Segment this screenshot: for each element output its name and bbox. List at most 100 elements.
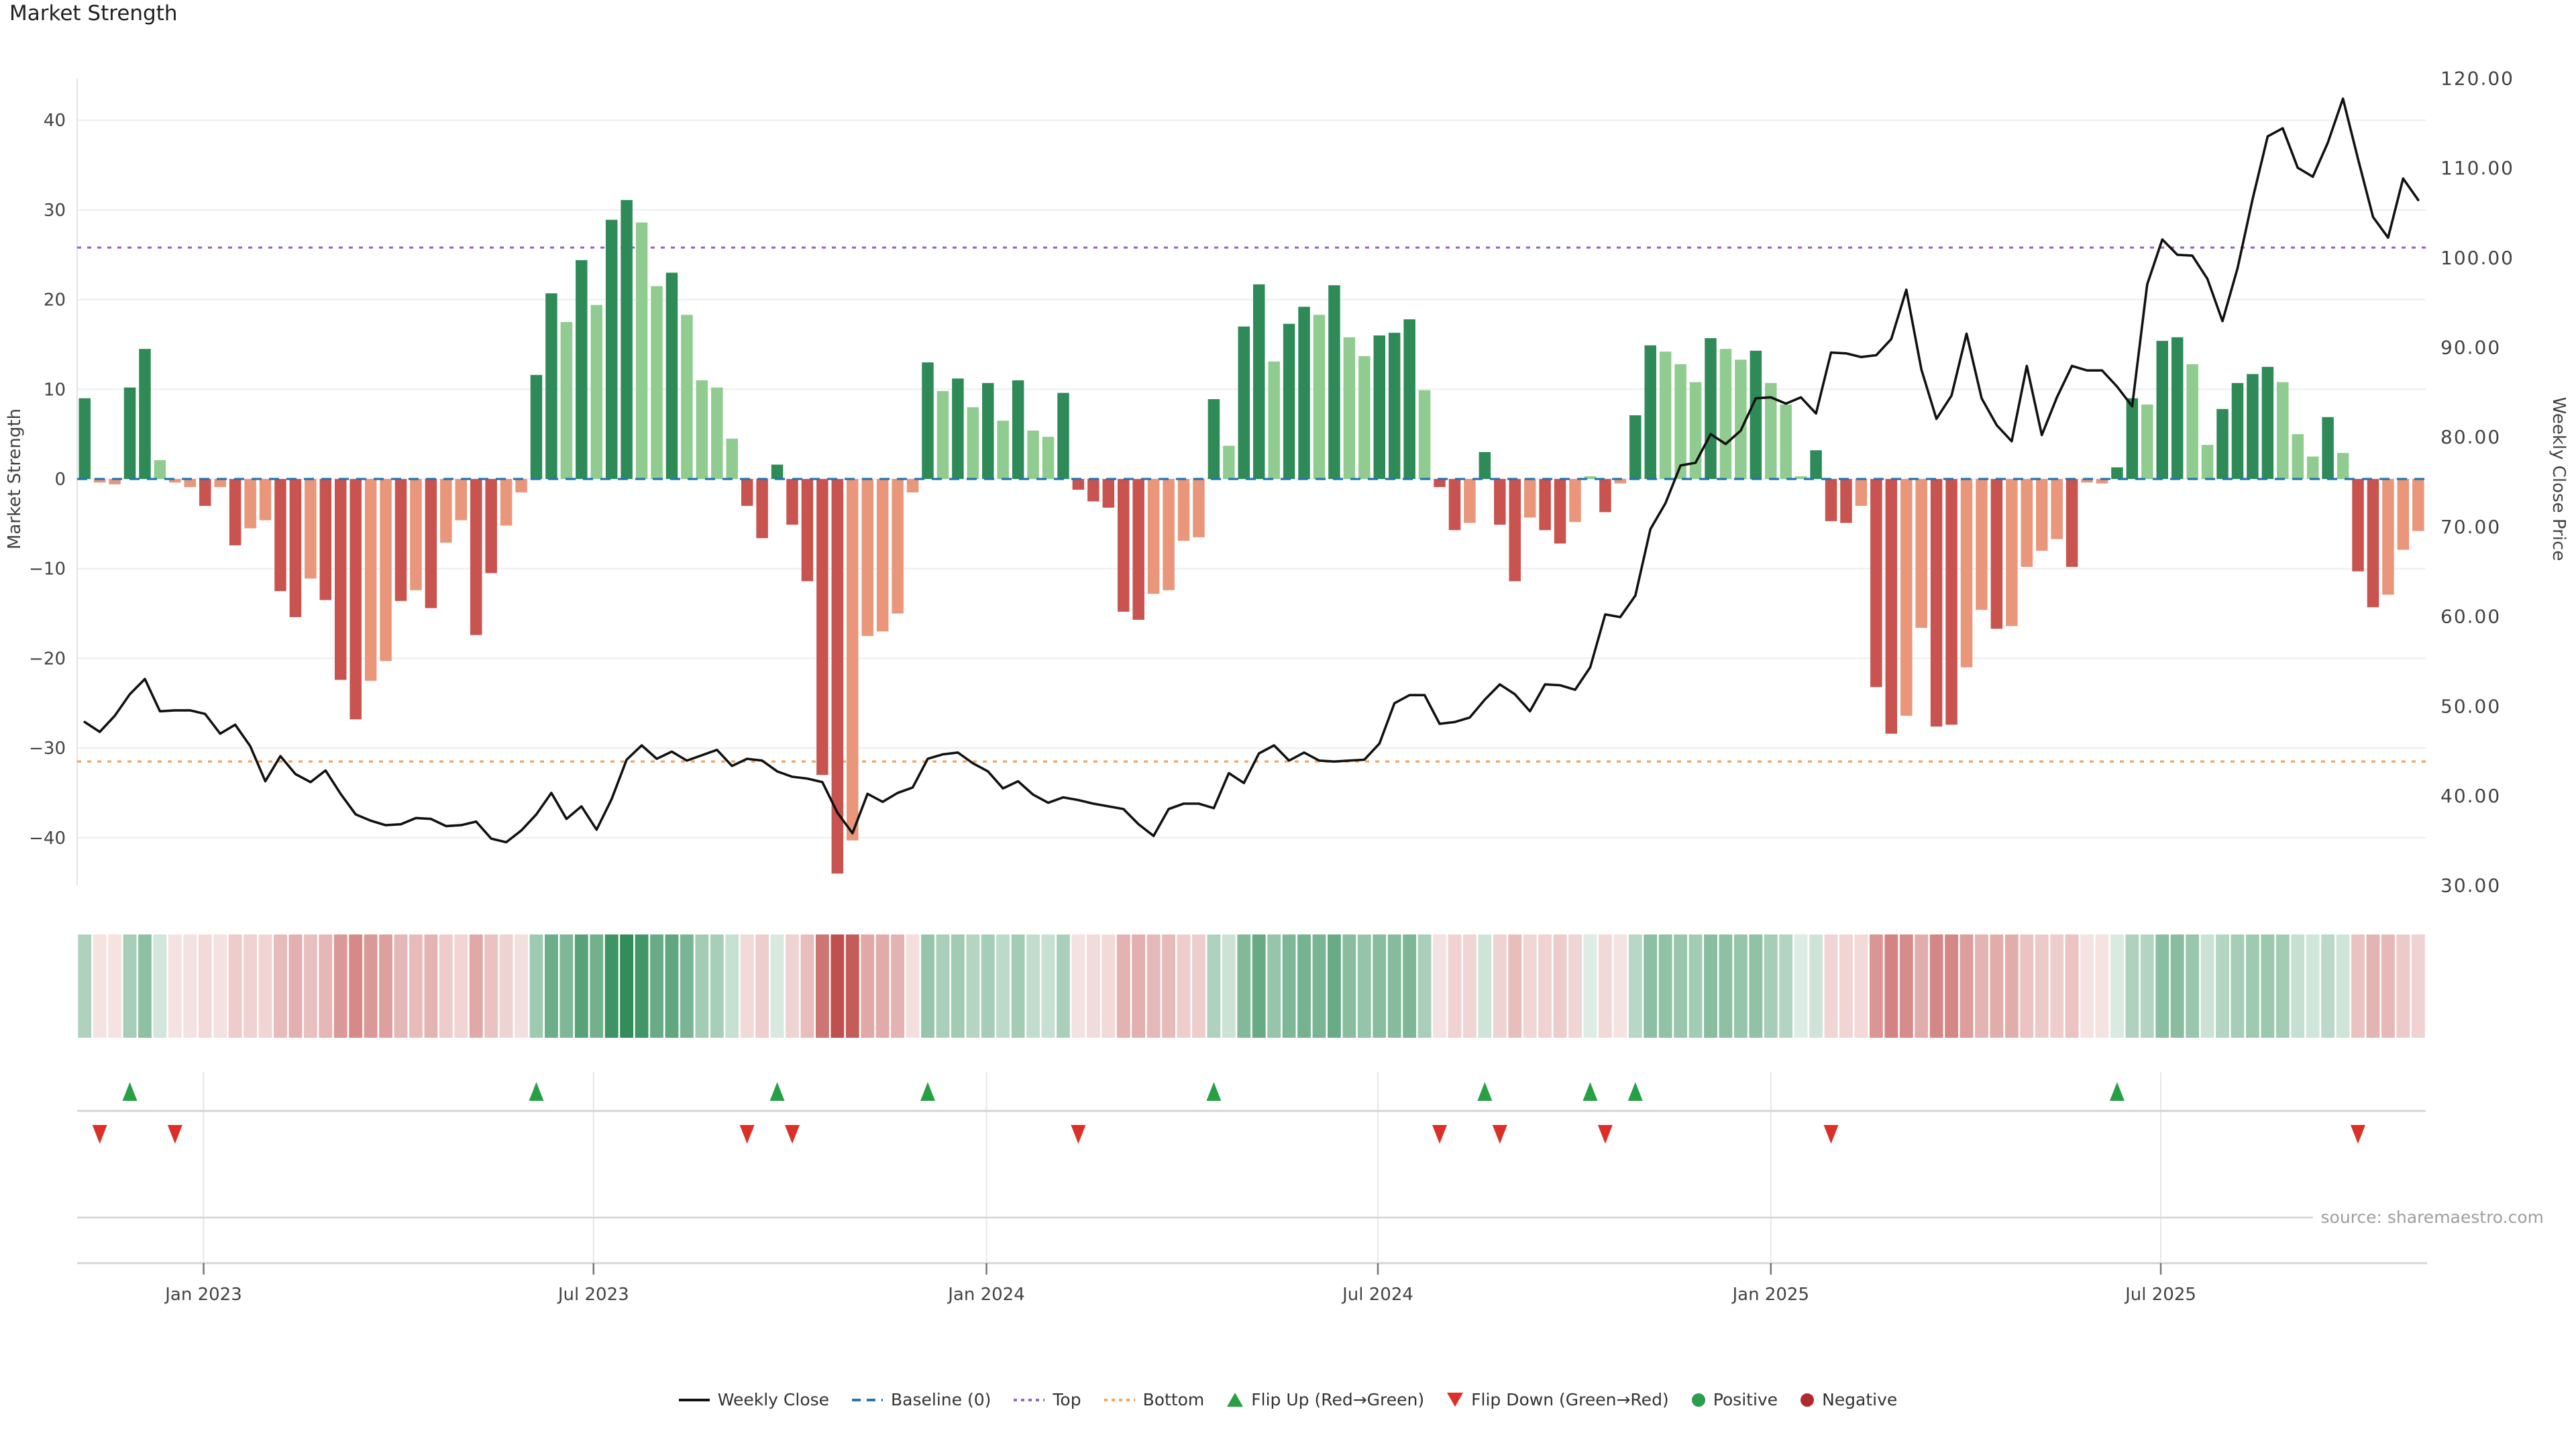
strength-bar xyxy=(2111,468,2123,479)
positive-dot-icon xyxy=(1692,1393,1705,1407)
heatmap-cell xyxy=(199,934,212,1038)
x-tick-label: Jan 2023 xyxy=(164,1285,242,1305)
heatmap-cell xyxy=(665,934,679,1038)
heatmap-cell xyxy=(1418,934,1432,1038)
flip-down-icon xyxy=(168,1125,182,1144)
strength-bar xyxy=(2051,479,2063,539)
left-axis-title: Market Strength xyxy=(5,409,25,549)
heatmap-cell xyxy=(1704,934,1717,1038)
strength-bar xyxy=(2216,409,2229,479)
legend-item: Negative xyxy=(1801,1390,1897,1409)
heatmap-cell xyxy=(921,934,934,1038)
flip-up-icon xyxy=(529,1082,543,1101)
strength-bar xyxy=(2021,479,2033,567)
legend-item: Bottom xyxy=(1104,1390,1205,1409)
heatmap-cell xyxy=(2216,934,2229,1038)
heatmap-cell xyxy=(1117,934,1130,1038)
strength-bar xyxy=(922,362,934,479)
right-tick-label: 40.00 xyxy=(2440,785,2501,807)
left-tick-label: 20 xyxy=(44,290,66,311)
strength-bar xyxy=(877,479,889,631)
heatmap-cell xyxy=(1358,934,1371,1038)
strength-bar xyxy=(1870,479,1882,687)
right-tick-label: 110.00 xyxy=(2440,157,2514,179)
strength-bar xyxy=(1042,437,1055,479)
strength-bar xyxy=(2202,445,2214,479)
strength-bar xyxy=(2141,405,2153,479)
strength-bar xyxy=(470,479,482,635)
strength-bar xyxy=(1554,479,1566,543)
legend-item: Baseline (0) xyxy=(852,1390,991,1409)
heatmap-cell xyxy=(741,934,754,1038)
heatmap-cell xyxy=(1132,934,1145,1038)
strength-bar xyxy=(952,378,964,479)
left-tick-label: 10 xyxy=(44,380,66,400)
strength-bar xyxy=(1298,307,1310,479)
strength-bar xyxy=(741,479,753,506)
strength-bar xyxy=(455,479,468,521)
strength-bar xyxy=(1253,284,1265,479)
heatmap-cell xyxy=(1915,934,1928,1038)
strength-bar xyxy=(1403,319,1415,479)
heatmap-cell xyxy=(2231,934,2245,1038)
strength-bar xyxy=(124,388,136,479)
heatmap-cell xyxy=(1854,934,1868,1038)
strength-bar xyxy=(78,398,91,479)
heatmap-cell xyxy=(1162,934,1175,1038)
heatmap-cell xyxy=(1809,934,1823,1038)
heatmap-cell xyxy=(605,934,619,1038)
flip-down-icon xyxy=(1824,1125,1839,1144)
heatmap-cell xyxy=(1297,934,1311,1038)
strength-bar xyxy=(1163,479,1175,590)
left-tick-label: 40 xyxy=(44,111,66,131)
heatmap-cell xyxy=(981,934,995,1038)
bottom-line-swatch xyxy=(1104,1399,1135,1401)
heatmap-cell xyxy=(213,934,227,1038)
heatmap-cell xyxy=(1629,934,1642,1038)
strength-bar xyxy=(2322,417,2334,479)
strength-bar xyxy=(335,479,347,680)
strength-bar xyxy=(1193,479,1205,537)
right-tick-label: 70.00 xyxy=(2440,516,2501,538)
heatmap-cell xyxy=(2367,934,2380,1038)
strength-bar xyxy=(1178,479,1190,541)
strength-bar xyxy=(997,421,1009,479)
strength-bar xyxy=(1073,479,1085,490)
heatmap-cell xyxy=(1313,934,1326,1038)
strength-bar xyxy=(1118,479,1130,612)
heatmap-cell xyxy=(575,934,588,1038)
strength-bar xyxy=(1599,479,1611,512)
heatmap-cell xyxy=(1870,934,1883,1038)
strength-bar xyxy=(1900,479,1913,716)
flip-down-icon xyxy=(1493,1125,1507,1144)
heatmap-cell xyxy=(1779,934,1792,1038)
strength-bar xyxy=(982,383,994,479)
heatmap-cell xyxy=(2201,934,2214,1038)
strength-bar xyxy=(1825,479,1837,521)
heatmap-cell xyxy=(1192,934,1205,1038)
strength-bar xyxy=(2127,398,2139,479)
heatmap-cell xyxy=(1945,934,1958,1038)
strength-bar xyxy=(1660,352,1672,479)
heatmap-cell xyxy=(244,934,257,1038)
flip-up-icon xyxy=(1227,1393,1243,1407)
legend-item: Weekly Close xyxy=(679,1390,829,1409)
strength-bar xyxy=(515,479,527,492)
heatmap-cell xyxy=(830,934,844,1038)
strength-bar xyxy=(320,479,332,600)
heatmap-cell xyxy=(906,934,920,1038)
heatmap-cell xyxy=(1026,934,1040,1038)
strength-bar xyxy=(2006,479,2018,626)
heatmap-cell xyxy=(1342,934,1356,1038)
strength-bar xyxy=(1720,349,1732,479)
strength-bar xyxy=(154,460,166,479)
heatmap-cell xyxy=(1493,934,1507,1038)
heatmap-cell xyxy=(1599,934,1612,1038)
strength-bar xyxy=(244,479,256,529)
flip-up-icon xyxy=(770,1082,785,1101)
heatmap-cell xyxy=(2020,934,2033,1038)
heatmap-cell xyxy=(2065,934,2079,1038)
weekly-close-swatch xyxy=(679,1399,710,1401)
heatmap-cell xyxy=(304,934,317,1038)
heatmap-cell xyxy=(1508,934,1521,1038)
